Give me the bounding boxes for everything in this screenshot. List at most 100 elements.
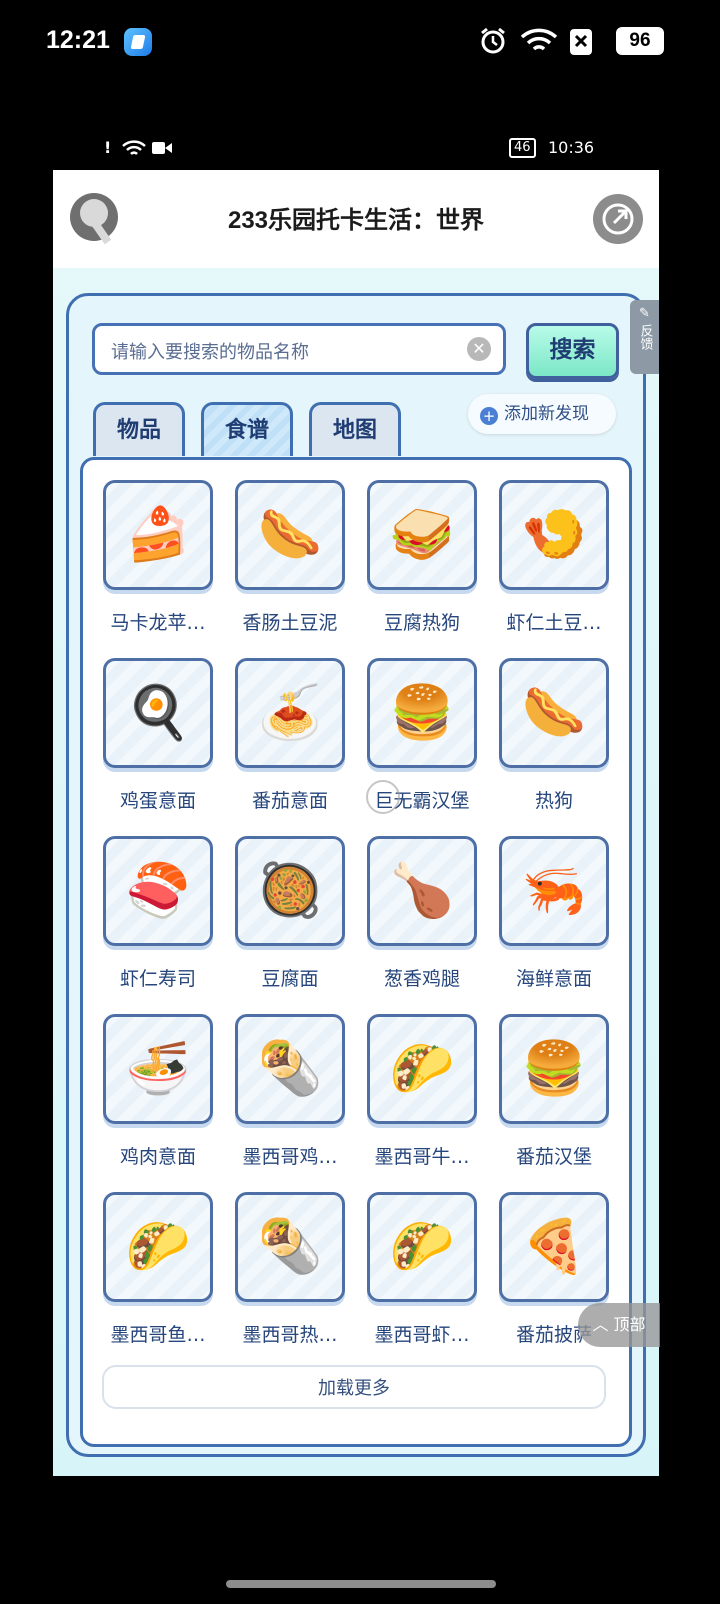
- recipe-card[interactable]: 🍣: [103, 836, 213, 946]
- recipe-item[interactable]: 🌯 墨西哥热…: [235, 1192, 345, 1362]
- page-title: 233乐园托卡生活：世界: [227, 207, 485, 234]
- recipe-name: 墨西哥热…: [242, 1324, 338, 1346]
- recipe-grid: 🍰 马卡龙苹… 🌭 香肠土豆泥 🥪 豆腐热狗 🍤 虾仁土豆… 🍳 鸡蛋意面 🍝 番茄意面 🍔 巨无霸汉堡 🌭…: [80, 457, 632, 1447]
- no-sim-icon: [570, 29, 592, 55]
- recipe-card[interactable]: 🍜: [103, 1014, 213, 1124]
- recipe-item[interactable]: 🍝 番茄意面: [235, 658, 345, 828]
- recipe-name: 虾仁寿司: [119, 968, 196, 990]
- recipe-card[interactable]: 🌯: [235, 1014, 345, 1124]
- feedback-label: 反馈: [637, 324, 653, 350]
- recipe-card[interactable]: 🍕: [499, 1192, 609, 1302]
- feedback-button[interactable]: ✎ 反馈: [630, 300, 659, 374]
- food-icon: 🥪: [389, 505, 455, 565]
- recipe-name: 鸡蛋意面: [119, 790, 196, 812]
- back-to-top-label: 顶部: [613, 1315, 646, 1334]
- recipe-item[interactable]: 🌭 香肠土豆泥: [235, 480, 345, 650]
- recipe-card[interactable]: 🌮: [367, 1014, 477, 1124]
- food-icon: 🍳: [125, 683, 191, 743]
- inner-time: 10:36: [548, 138, 595, 157]
- battery-level: 96: [616, 27, 664, 55]
- food-icon: 🌮: [125, 1217, 191, 1277]
- recipe-name: 豆腐热狗: [383, 612, 460, 634]
- recipe-card[interactable]: 🍔: [499, 1014, 609, 1124]
- app-icon: [124, 28, 152, 56]
- food-icon: 🍔: [389, 683, 455, 743]
- recipe-card[interactable]: 🍗: [367, 836, 477, 946]
- app-header: 233乐园托卡生活：世界: [53, 170, 659, 268]
- recipe-item[interactable]: 🍣 虾仁寿司: [103, 836, 213, 1006]
- inner-battery: 46: [509, 138, 536, 158]
- alert-icon: !: [104, 138, 112, 157]
- recipe-name: 番茄汉堡: [515, 1146, 592, 1168]
- recipe-item[interactable]: 🍗 葱香鸡腿: [367, 836, 477, 1006]
- back-to-top-button[interactable]: ︿ 顶部: [578, 1303, 660, 1347]
- search-button[interactable]: 搜索: [526, 323, 619, 379]
- food-icon: 🍔: [521, 1039, 587, 1099]
- recipe-item[interactable]: 🌯 墨西哥鸡…: [235, 1014, 345, 1184]
- edit-icon: ✎: [639, 306, 650, 321]
- food-icon: 🍣: [125, 861, 191, 921]
- recipe-item[interactable]: 🥪 豆腐热狗: [367, 480, 477, 650]
- recipe-name: 香肠土豆泥: [242, 612, 338, 634]
- share-button[interactable]: [593, 194, 643, 244]
- inner-wifi-icon: [122, 140, 146, 155]
- food-icon: 🦐: [521, 861, 587, 921]
- recipe-card[interactable]: 🥘: [235, 836, 345, 946]
- alarm-icon: [481, 27, 505, 54]
- recipe-item[interactable]: 🍳 鸡蛋意面: [103, 658, 213, 828]
- recipe-item[interactable]: 🌮 墨西哥虾…: [367, 1192, 477, 1362]
- touch-indicator: [366, 780, 400, 814]
- recipe-name: 墨西哥虾…: [374, 1324, 470, 1346]
- food-icon: 🌮: [389, 1039, 455, 1099]
- recipe-item[interactable]: 🌮 墨西哥鱼…: [103, 1192, 213, 1362]
- app-window: 233乐园托卡生活：世界 请输入要搜索的物品名称 ✕ 搜索 ✎ 反馈 物品 食谱…: [53, 170, 659, 1476]
- food-icon: 🍝: [257, 683, 323, 743]
- recipe-item[interactable]: 🍰 马卡龙苹…: [103, 480, 213, 650]
- food-icon: 🍤: [521, 505, 587, 565]
- recipe-name: 葱香鸡腿: [383, 968, 460, 990]
- clear-icon[interactable]: ✕: [467, 337, 491, 361]
- food-icon: 🍜: [125, 1039, 191, 1099]
- add-new-discovery-button[interactable]: + 添加新发现: [468, 394, 616, 434]
- food-icon: 🍰: [125, 505, 191, 565]
- food-icon: 🌯: [257, 1039, 323, 1099]
- tab-items[interactable]: 物品: [93, 402, 185, 456]
- recipe-card[interactable]: 🍰: [103, 480, 213, 590]
- tab-recipes[interactable]: 食谱: [201, 402, 293, 456]
- status-time: 12:21: [46, 26, 110, 54]
- recipe-card[interactable]: 🦐: [499, 836, 609, 946]
- recipe-card[interactable]: 🍤: [499, 480, 609, 590]
- recipe-name: 墨西哥牛…: [374, 1146, 470, 1168]
- recipe-item[interactable]: 🍔 番茄汉堡: [499, 1014, 609, 1184]
- food-icon: 🍗: [389, 861, 455, 921]
- recipe-card[interactable]: 🍝: [235, 658, 345, 768]
- recipe-card[interactable]: 🌯: [235, 1192, 345, 1302]
- recipe-name: 番茄意面: [251, 790, 328, 812]
- add-new-label: 添加新发现: [504, 404, 589, 424]
- recipe-item[interactable]: 🍜 鸡肉意面: [103, 1014, 213, 1184]
- plus-icon: +: [480, 407, 498, 425]
- recipe-item[interactable]: 🌭 热狗: [499, 658, 609, 828]
- food-icon: 🌯: [257, 1217, 323, 1277]
- search-input[interactable]: 请输入要搜索的物品名称 ✕: [92, 323, 506, 375]
- food-icon: 🌭: [521, 683, 587, 743]
- home-indicator[interactable]: [226, 1580, 496, 1588]
- system-status-bar: 12:21 96: [0, 0, 720, 84]
- share-icon: [602, 203, 634, 235]
- recipe-card[interactable]: 🌭: [235, 480, 345, 590]
- recipe-card[interactable]: 🥪: [367, 480, 477, 590]
- recipe-card[interactable]: 🌮: [367, 1192, 477, 1302]
- food-icon: 🌭: [257, 505, 323, 565]
- recipe-card[interactable]: 🍔: [367, 658, 477, 768]
- recipe-item[interactable]: 🌮 墨西哥牛…: [367, 1014, 477, 1184]
- recipe-card[interactable]: 🌭: [499, 658, 609, 768]
- load-more-button[interactable]: 加载更多: [102, 1365, 606, 1409]
- recipe-item[interactable]: 🦐 海鲜意面: [499, 836, 609, 1006]
- tab-map[interactable]: 地图: [309, 402, 401, 456]
- food-icon: 🍕: [521, 1217, 587, 1277]
- recipe-card[interactable]: 🌮: [103, 1192, 213, 1302]
- recipe-item[interactable]: 🥘 豆腐面: [235, 836, 345, 1006]
- food-icon: 🥘: [257, 861, 323, 921]
- recipe-card[interactable]: 🍳: [103, 658, 213, 768]
- recipe-item[interactable]: 🍤 虾仁土豆…: [499, 480, 609, 650]
